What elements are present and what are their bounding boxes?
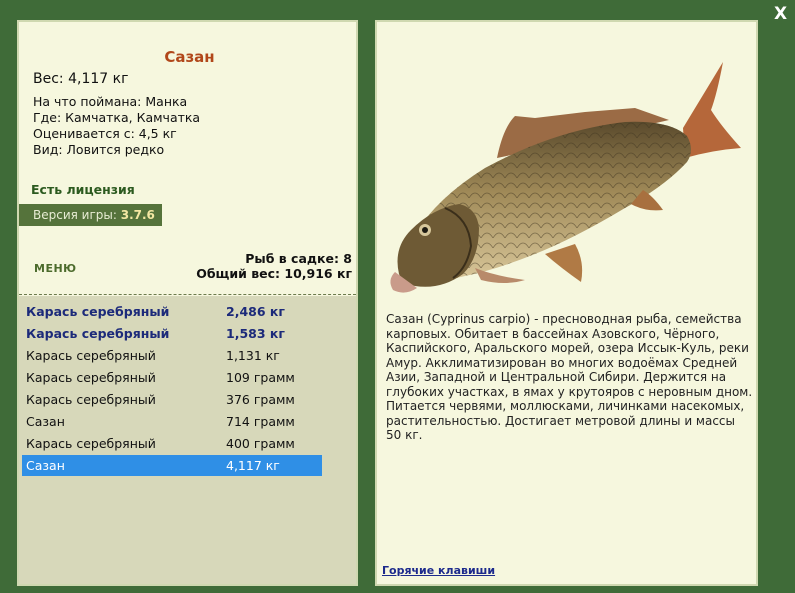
catch-name: Карась серебряный — [26, 304, 170, 319]
catch-weight: 4,117 кг — [226, 458, 280, 473]
catch-name: Карась серебряный — [26, 392, 156, 407]
catch-name: Карась серебряный — [26, 326, 170, 341]
catch-list-item[interactable]: Карась серебряный 109 грамм — [22, 367, 322, 388]
catch-name: Карась серебряный — [26, 370, 156, 385]
fish-rarity: Вид: Ловится редко — [33, 142, 165, 157]
fish-bait: На что поймана: Манка — [33, 94, 188, 109]
catch-name: Карась серебряный — [26, 348, 156, 363]
fish-description-panel: Сазан (Cyprinus carpio) - пресноводная р… — [375, 20, 758, 586]
fish-place: Где: Камчатка, Камчатка — [33, 110, 201, 125]
version-label: Версия игры: — [33, 208, 121, 222]
fish-description: Сазан (Cyprinus carpio) - пресноводная р… — [386, 312, 753, 442]
catch-weight: 1,583 кг — [226, 326, 285, 341]
close-button[interactable]: X — [774, 4, 787, 24]
catch-list-item[interactable]: Карась серебряный 400 грамм — [22, 433, 322, 454]
license-status: Есть лицензия — [31, 182, 135, 197]
catch-list-item[interactable]: Карась серебряный 2,486 кг — [22, 301, 322, 322]
hotkeys-link[interactable]: Горячие клавиши — [382, 564, 495, 577]
keepnet-count: Рыб в садке: 8 — [245, 251, 352, 266]
catch-weight: 1,131 кг — [226, 348, 280, 363]
catch-name: Карась серебряный — [26, 436, 156, 451]
catch-list-item[interactable]: Карась серебряный 1,583 кг — [22, 323, 322, 344]
version-number: 3.7.6 — [120, 208, 155, 222]
catch-list: Карась серебряный 2,486 кг Карась серебря… — [19, 296, 356, 584]
keepnet-summary: Рыб в садке: 8 Общий вес: 10,916 кг — [196, 251, 352, 281]
fish-weight: Вес: 4,117 кг — [33, 71, 129, 87]
menu-button[interactable]: МЕНЮ — [34, 262, 77, 275]
catch-name: Сазан — [26, 414, 65, 429]
version-badge: Версия игры: 3.7.6 — [19, 204, 162, 226]
catch-info-panel: Сазан Вес: 4,117 кг На что поймана: Манк… — [17, 20, 358, 586]
catch-weight: 400 грамм — [226, 436, 295, 451]
divider — [19, 294, 356, 295]
catch-list-item[interactable]: Сазан 714 грамм — [22, 411, 322, 432]
catch-weight: 109 грамм — [226, 370, 295, 385]
carp-image — [390, 62, 741, 293]
catch-weight: 714 грамм — [226, 414, 295, 429]
catch-weight: 376 грамм — [226, 392, 295, 407]
fish-name-title: Сазан — [164, 48, 215, 66]
keepnet-total-weight: Общий вес: 10,916 кг — [196, 266, 352, 281]
game-window: X Сазан Вес: 4,117 кг На что поймана: Ма… — [0, 0, 795, 593]
catch-list-item[interactable]: Карась серебряный 1,131 кг — [22, 345, 322, 366]
catch-weight: 2,486 кг — [226, 304, 285, 319]
catch-name: Сазан — [26, 458, 65, 473]
catch-list-item[interactable]: Карась серебряный 376 грамм — [22, 389, 322, 410]
fish-value: Оценивается с: 4,5 кг — [33, 126, 177, 141]
catch-list-item-selected[interactable]: Сазан 4,117 кг — [22, 455, 322, 476]
